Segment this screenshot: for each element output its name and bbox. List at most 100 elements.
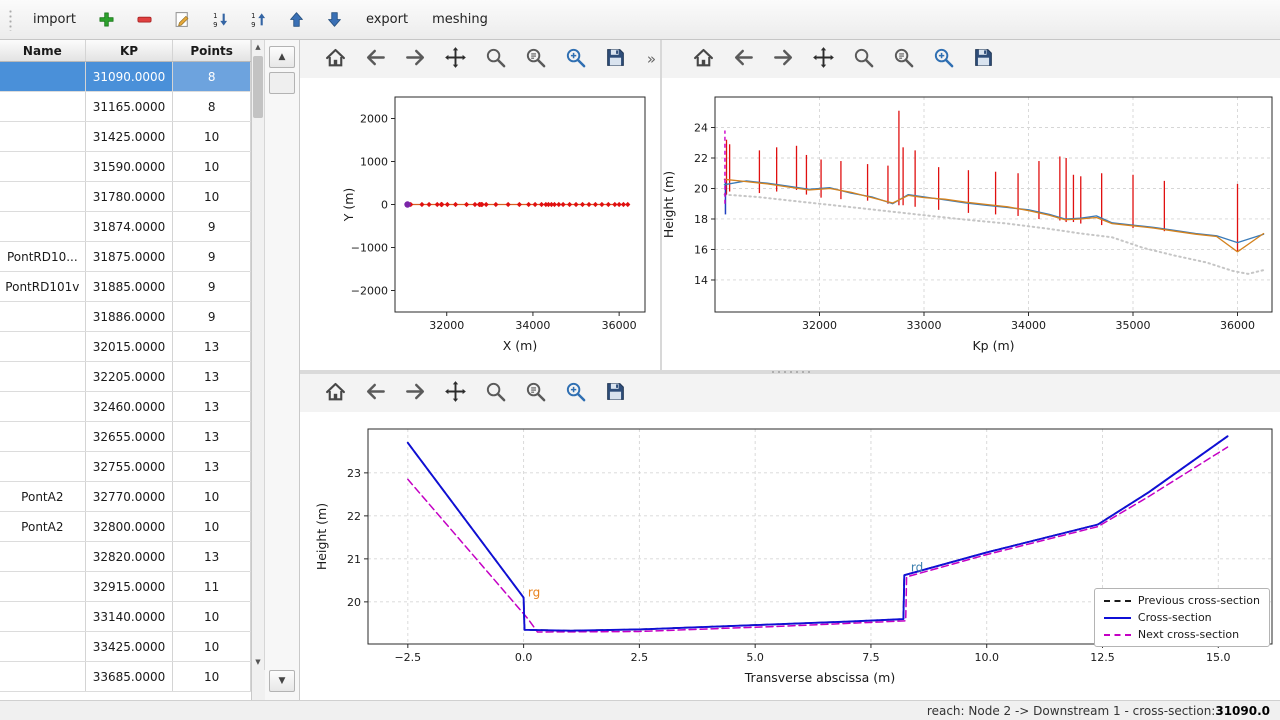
table-row[interactable]: PontA232800.000010	[0, 512, 251, 542]
cell-points[interactable]: 9	[173, 302, 251, 331]
cell-points[interactable]: 10	[173, 512, 251, 541]
profile-zoomblue-button[interactable]	[926, 43, 960, 75]
table-scroll-down-icon[interactable]: ▼	[252, 656, 264, 669]
section-zoomi-button[interactable]	[518, 377, 552, 409]
cell-name[interactable]: PontA2	[0, 482, 86, 511]
profile-home-button[interactable]	[686, 43, 720, 75]
cell-kp[interactable]: 31874.0000	[86, 212, 174, 241]
cell-kp[interactable]: 32915.0000	[86, 572, 174, 601]
cell-name[interactable]	[0, 332, 86, 361]
cell-kp[interactable]: 32820.0000	[86, 542, 174, 571]
cell-kp[interactable]: 33425.0000	[86, 632, 174, 661]
cell-points[interactable]: 10	[173, 632, 251, 661]
cell-name[interactable]	[0, 122, 86, 151]
plan-view-chart[interactable]: 320003400036000−2000−1000010002000X (m)Y…	[300, 78, 660, 370]
table-row[interactable]: 31874.00009	[0, 212, 251, 242]
cell-name[interactable]	[0, 212, 86, 241]
cell-points[interactable]: 10	[173, 602, 251, 631]
cell-kp[interactable]: 32460.0000	[86, 392, 174, 421]
section-home-button[interactable]	[318, 377, 352, 409]
column-header-kp[interactable]: KP	[86, 40, 174, 61]
panel-scroll-up-button[interactable]: ▲	[269, 46, 295, 68]
cell-points[interactable]: 9	[173, 212, 251, 241]
cell-name[interactable]	[0, 452, 86, 481]
meshing-button[interactable]: meshing	[426, 8, 494, 31]
table-row[interactable]: 31425.000010	[0, 122, 251, 152]
table-row[interactable]: 31590.000010	[0, 152, 251, 182]
cell-name[interactable]	[0, 392, 86, 421]
cell-kp[interactable]: 31780.0000	[86, 182, 174, 211]
table-row[interactable]: 32205.000013	[0, 362, 251, 392]
column-header-points[interactable]: Points	[173, 40, 251, 61]
cell-name[interactable]: PontRD101v	[0, 272, 86, 301]
cell-points[interactable]: 11	[173, 572, 251, 601]
cell-name[interactable]	[0, 572, 86, 601]
cell-kp[interactable]: 33140.0000	[86, 602, 174, 631]
table-row[interactable]: 32655.000013	[0, 422, 251, 452]
cell-name[interactable]	[0, 62, 86, 91]
table-row[interactable]: PontRD101v31885.00009	[0, 272, 251, 302]
remove-cross-section-button[interactable]	[132, 7, 158, 33]
export-button[interactable]: export	[360, 8, 414, 31]
sort-ascending-button[interactable]: 19	[246, 7, 272, 33]
section-zoom-button[interactable]	[478, 377, 512, 409]
move-up-button[interactable]	[284, 7, 310, 33]
import-button[interactable]: import	[27, 8, 82, 31]
section-zoomblue-button[interactable]	[558, 377, 592, 409]
cell-name[interactable]	[0, 302, 86, 331]
table-scrollbar-thumb[interactable]	[253, 56, 263, 118]
plan-zoomi-button[interactable]	[518, 43, 552, 75]
cell-points[interactable]: 13	[173, 362, 251, 391]
table-row[interactable]: 32015.000013	[0, 332, 251, 362]
profile-zoomi-button[interactable]	[886, 43, 920, 75]
plan-save-button[interactable]	[598, 43, 632, 75]
cell-kp[interactable]: 33685.0000	[86, 662, 174, 691]
table-scrollbar[interactable]: ▲ ▼	[252, 40, 265, 670]
table-row[interactable]: 33685.000010	[0, 662, 251, 692]
profile-back-button[interactable]	[726, 43, 760, 75]
sort-descending-button[interactable]: 19	[208, 7, 234, 33]
cell-points[interactable]: 13	[173, 332, 251, 361]
table-row[interactable]: 31165.00008	[0, 92, 251, 122]
profile-move-button[interactable]	[806, 43, 840, 75]
cell-points[interactable]: 10	[173, 182, 251, 211]
cell-name[interactable]	[0, 632, 86, 661]
cell-points[interactable]: 13	[173, 452, 251, 481]
cell-name[interactable]: PontA2	[0, 512, 86, 541]
cell-name[interactable]	[0, 542, 86, 571]
section-back-button[interactable]	[358, 377, 392, 409]
cell-name[interactable]	[0, 182, 86, 211]
toolbar-overflow-chevron[interactable]: »	[647, 50, 656, 68]
cell-points[interactable]: 9	[173, 242, 251, 271]
cell-points[interactable]: 13	[173, 542, 251, 571]
cell-kp[interactable]: 32205.0000	[86, 362, 174, 391]
cell-points[interactable]: 13	[173, 422, 251, 451]
table-row[interactable]: 32915.000011	[0, 572, 251, 602]
cell-points[interactable]: 8	[173, 92, 251, 121]
cell-kp[interactable]: 32770.0000	[86, 482, 174, 511]
cell-kp[interactable]: 31425.0000	[86, 122, 174, 151]
panel-scroll-down-button[interactable]: ▼	[269, 670, 295, 692]
table-row[interactable]: 33425.000010	[0, 632, 251, 662]
table-scroll-up-icon[interactable]: ▲	[252, 41, 264, 54]
cell-kp[interactable]: 32655.0000	[86, 422, 174, 451]
table-row[interactable]: 33140.000010	[0, 602, 251, 632]
table-row[interactable]: 31886.00009	[0, 302, 251, 332]
section-forward-button[interactable]	[398, 377, 432, 409]
cell-name[interactable]	[0, 422, 86, 451]
cell-points[interactable]: 8	[173, 62, 251, 91]
cell-kp[interactable]: 32015.0000	[86, 332, 174, 361]
cell-name[interactable]	[0, 92, 86, 121]
plan-home-button[interactable]	[318, 43, 352, 75]
cell-kp[interactable]: 31875.0000	[86, 242, 174, 271]
plan-forward-button[interactable]	[398, 43, 432, 75]
cell-name[interactable]: PontRD10...	[0, 242, 86, 271]
cell-points[interactable]: 10	[173, 122, 251, 151]
profile-zoom-button[interactable]	[846, 43, 880, 75]
table-row[interactable]: PontRD10...31875.00009	[0, 242, 251, 272]
plan-zoomblue-button[interactable]	[558, 43, 592, 75]
table-row[interactable]: 32460.000013	[0, 392, 251, 422]
edit-cross-section-button[interactable]	[170, 7, 196, 33]
cell-points[interactable]: 10	[173, 152, 251, 181]
profile-save-button[interactable]	[966, 43, 1000, 75]
